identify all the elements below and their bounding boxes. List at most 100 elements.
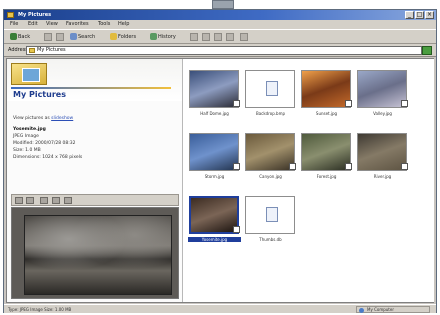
status-text: Type: JPEG Image Size: 1.00 MB [8, 307, 72, 312]
copy-to-button[interactable] [202, 33, 210, 41]
zoom-in-icon[interactable] [15, 197, 23, 204]
thumbnail-item[interactable]: River.jpg [356, 132, 409, 184]
thumbnail-caption: Storm.jpg [204, 174, 225, 179]
menu-view[interactable]: View [46, 21, 58, 27]
thumbnail-view: Half Dome.jpg Backdrop.bmp Sunset.jpg Valle… [184, 59, 434, 302]
preview-toolbar [11, 194, 179, 206]
history-icon [150, 33, 157, 40]
menu-bar: File Edit View Favorites Tools Help [4, 20, 436, 29]
title-bar: My Pictures _ □ × [4, 10, 436, 20]
search-button[interactable]: Search [70, 33, 95, 42]
selected-file-type: JPEG Image [13, 134, 39, 139]
thumbnail-image [245, 196, 295, 234]
go-button[interactable] [422, 46, 432, 55]
toolbar: Back Search Folders History [4, 29, 436, 44]
menu-favorites[interactable]: Favorites [66, 21, 89, 27]
thumbnail-caption: Forest.jpg [316, 174, 337, 179]
thumbnail-item[interactable]: Thumbs.db [244, 195, 297, 247]
thumbnail-image [245, 70, 295, 108]
menu-edit[interactable]: Edit [28, 21, 38, 27]
address-label: Address [8, 47, 28, 53]
document-icon [266, 81, 278, 96]
image-type-icon [401, 163, 408, 170]
up-folder-button[interactable] [56, 33, 64, 41]
zone-indicator: My Computer [356, 306, 430, 313]
slideshow-link[interactable]: slideshow [51, 116, 73, 121]
thumbnail-caption: Thumbs.db [259, 237, 282, 242]
minimize-button[interactable]: _ [405, 11, 414, 19]
content-area: My Pictures View pictures as slideshow Y… [6, 58, 434, 303]
folder-name-heading: My Pictures [13, 90, 66, 99]
menu-tools[interactable]: Tools [98, 21, 110, 27]
web-view-pane: My Pictures View pictures as slideshow Y… [7, 59, 183, 302]
thumbnail-item[interactable]: Forest.jpg [300, 132, 353, 184]
zoom-out-icon[interactable] [26, 197, 34, 204]
folder-icon [7, 12, 14, 18]
file-info: View pictures as slideshow Yosemite.jpg … [13, 115, 178, 161]
image-type-icon [345, 163, 352, 170]
thumbnail-item[interactable]: Half Dome.jpg [188, 69, 241, 121]
thumbnail-caption: Yosemite.jpg [188, 237, 241, 242]
desktop-tab [212, 0, 234, 9]
undo-button[interactable] [226, 33, 234, 41]
image-type-icon [289, 163, 296, 170]
file-size: Size: 1.0 MB [13, 148, 41, 153]
thumbnail-image [301, 133, 351, 171]
pictures-folder-icon [11, 63, 47, 85]
forward-button[interactable] [44, 33, 52, 41]
view-as-text: View pictures as [13, 116, 52, 121]
thumbnail-item[interactable]: Backdrop.bmp [244, 69, 297, 121]
thumbnail-item[interactable]: Storm.jpg [188, 132, 241, 184]
thumbnail-caption: Backdrop.bmp [255, 111, 286, 116]
print-icon[interactable] [52, 197, 60, 204]
preview-photo [24, 215, 172, 295]
maximize-button[interactable]: □ [415, 11, 424, 19]
image-type-icon [345, 100, 352, 107]
thumbnail-caption: Canyon.jpg [259, 174, 282, 179]
selected-file-name: Yosemite.jpg [13, 127, 46, 132]
close-button[interactable]: × [425, 11, 434, 19]
thumbnail-item[interactable]: Valley.jpg [356, 69, 409, 121]
address-bar: Address My Pictures [4, 44, 436, 57]
thumbnail-item[interactable]: Sunset.jpg [300, 69, 353, 121]
views-button[interactable] [240, 33, 248, 41]
folders-button[interactable]: Folders [110, 33, 136, 42]
explorer-window: My Pictures _ □ × File Edit View Favorit… [3, 9, 437, 313]
fullscreen-icon[interactable] [64, 197, 72, 204]
back-button[interactable]: Back [10, 33, 30, 42]
move-to-button[interactable] [190, 33, 198, 41]
image-type-icon [233, 100, 240, 107]
address-input[interactable]: My Pictures [26, 46, 422, 55]
thumbnail-caption: River.jpg [373, 174, 392, 179]
image-type-icon [233, 163, 240, 170]
folder-banner: My Pictures [7, 59, 182, 101]
menu-help[interactable]: Help [118, 21, 129, 27]
history-button[interactable]: History [150, 33, 176, 42]
thumbnail-caption: Sunset.jpg [315, 111, 338, 116]
thumbnail-image [189, 196, 239, 234]
modified-date: Modified: 2000/07/28 08:32 [13, 141, 76, 146]
zone-label: My Computer [367, 307, 394, 312]
thumbnail-image [301, 70, 351, 108]
window-title: My Pictures [18, 12, 52, 18]
folders-label: Folders [118, 34, 137, 40]
thumbnail-image [357, 133, 407, 171]
thumbnail-item[interactable]: Yosemite.jpg [188, 195, 241, 247]
delete-button[interactable] [214, 33, 222, 41]
thumbnail-image [189, 70, 239, 108]
thumbnail-image [245, 133, 295, 171]
folders-icon [110, 33, 117, 40]
image-type-icon [233, 226, 240, 233]
menu-file[interactable]: File [10, 21, 18, 27]
banner-divider [11, 87, 171, 89]
actual-size-icon[interactable] [40, 197, 48, 204]
image-type-icon [401, 100, 408, 107]
history-label: History [158, 34, 176, 40]
thumbnail-item[interactable]: Canyon.jpg [244, 132, 297, 184]
computer-icon [359, 308, 364, 313]
folder-icon [29, 48, 35, 53]
search-label: Search [78, 34, 96, 40]
thumbnail-caption: Half Dome.jpg [200, 111, 229, 116]
document-icon [266, 207, 278, 222]
status-bar: Type: JPEG Image Size: 1.00 MB My Comput… [4, 304, 436, 313]
